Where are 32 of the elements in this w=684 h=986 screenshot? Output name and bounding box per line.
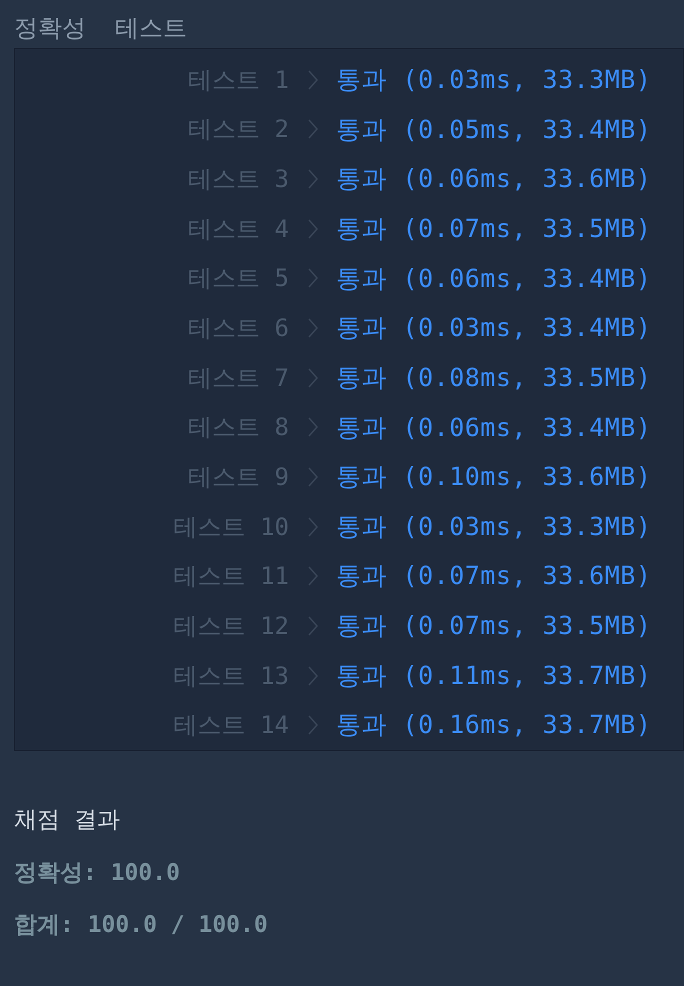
chevron-icon [307,216,319,241]
chevron-icon [307,514,319,539]
test-result: 통과 (0.11ms, 33.7MB) [336,660,652,692]
test-result: 통과 (0.06ms, 33.6MB) [336,163,652,196]
score-line: 합계: 100.0 / 100.0 [14,911,269,940]
chevron-icon [307,464,319,489]
test-result: 통과 (0.03ms, 33.3MB) [336,64,652,96]
chevron-icon [307,564,319,588]
chevron-icon [307,167,319,192]
chevron-icon [307,713,319,738]
grading-title: 채점 결과 [14,806,121,835]
section-title: 정확성 테스트 [14,13,188,44]
test-result: 통과 (0.07ms, 33.5MB) [336,212,652,245]
test-result: 통과 (0.06ms, 33.4MB) [336,412,652,444]
test-result: 통과 (0.03ms, 33.3MB) [336,510,652,543]
score-line: 정확성: 100.0 [14,858,181,888]
chevron-icon [307,68,319,92]
test-result: 통과 (0.05ms, 33.4MB) [336,114,652,146]
chevron-icon [307,366,319,390]
test-result: 통과 (0.03ms, 33.4MB) [336,312,652,344]
test-result: 통과 (0.08ms, 33.5MB) [336,362,652,394]
test-result: 통과 (0.16ms, 33.7MB) [336,709,652,742]
chevron-icon [307,316,319,340]
chevron-icon [307,415,319,440]
chevron-icon [307,266,319,290]
chevron-icon [307,614,319,638]
chevron-icon [307,664,319,688]
chevron-icon [307,117,319,142]
test-result: 통과 (0.10ms, 33.6MB) [336,461,652,494]
test-result: 통과 (0.07ms, 33.6MB) [336,560,652,592]
test-result: 통과 (0.07ms, 33.5MB) [336,610,652,642]
test-result: 통과 (0.06ms, 33.4MB) [336,262,652,295]
